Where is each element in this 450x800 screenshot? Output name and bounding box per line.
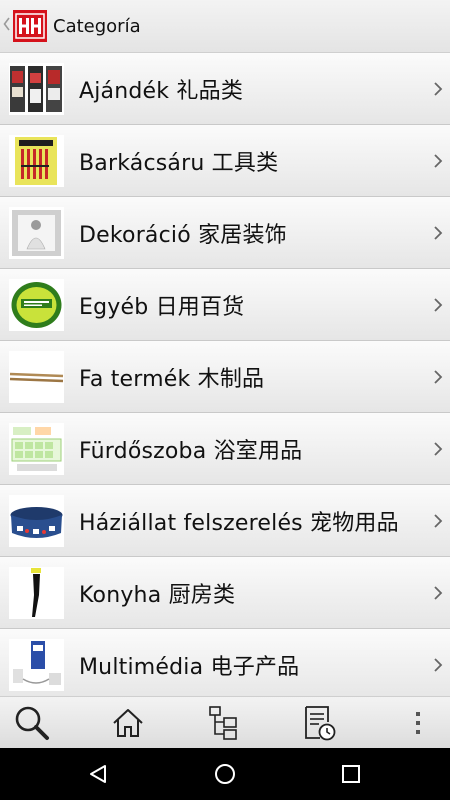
chevron-right-icon bbox=[434, 369, 443, 384]
category-label: Multimédia 电子产品 bbox=[79, 654, 300, 680]
pet-bed-thumbnail bbox=[9, 495, 64, 547]
category-tree-icon bbox=[209, 706, 237, 740]
category-label: Egyéb 日用百货 bbox=[79, 294, 245, 320]
chevron-right-icon bbox=[434, 297, 443, 312]
category-label: Ajándék 礼品类 bbox=[79, 78, 244, 104]
bath-set-thumbnail bbox=[9, 423, 64, 475]
category-row-fa-termek[interactable]: Fa termék 木制品 bbox=[0, 341, 450, 413]
order-history-button[interactable] bbox=[297, 697, 341, 749]
app-bar: Categoría bbox=[0, 0, 450, 53]
nav-back-button[interactable] bbox=[85, 761, 111, 787]
search-button[interactable] bbox=[10, 697, 54, 749]
category-row-furdoszoba[interactable]: Fürdőszoba 浴室用品 bbox=[0, 413, 450, 485]
category-row-egyeb[interactable]: Egyéb 日用百货 bbox=[0, 269, 450, 341]
home-circle-icon bbox=[215, 764, 235, 784]
order-history-icon bbox=[305, 706, 336, 741]
wooden-sticks-thumbnail bbox=[9, 351, 64, 403]
category-label: Fa termék 木制品 bbox=[79, 366, 265, 392]
nav-home-button[interactable] bbox=[212, 761, 238, 787]
category-label: Háziállat felszerelés 宠物用品 bbox=[79, 510, 399, 536]
hh-logo[interactable] bbox=[13, 10, 47, 42]
back-chevron-icon[interactable] bbox=[3, 17, 13, 35]
home-icon bbox=[113, 709, 143, 737]
category-button[interactable] bbox=[201, 697, 245, 749]
back-triangle-icon bbox=[90, 765, 106, 783]
kitchen-utensil-thumbnail bbox=[9, 567, 64, 619]
chevron-right-icon bbox=[434, 657, 443, 672]
chevron-right-icon bbox=[434, 441, 443, 456]
system-nav-bar bbox=[0, 748, 450, 800]
category-row-ajandek[interactable]: Ajándék 礼品类 bbox=[0, 53, 450, 125]
chevron-right-icon bbox=[434, 153, 443, 168]
category-list: Ajándék 礼品类 Barkácsáru 工具类 Dekoráció 家居装… bbox=[0, 53, 450, 696]
category-row-multimedia[interactable]: Multimédia 电子产品 bbox=[0, 629, 450, 696]
category-label: Barkácsáru 工具类 bbox=[79, 150, 279, 176]
gift-items-thumbnail bbox=[9, 63, 64, 115]
nav-recents-button[interactable] bbox=[338, 761, 364, 787]
chevron-right-icon bbox=[434, 585, 443, 600]
home-button[interactable] bbox=[106, 697, 150, 749]
category-label: Fürdőszoba 浴室用品 bbox=[79, 438, 303, 464]
photo-frame-thumbnail bbox=[9, 207, 64, 259]
electronics-thumbnail bbox=[9, 639, 64, 691]
category-row-haziallat[interactable]: Háziállat felszerelés 宠物用品 bbox=[0, 485, 450, 557]
chevron-right-icon bbox=[434, 81, 443, 96]
category-label: Dekoráció 家居装饰 bbox=[79, 222, 287, 248]
category-row-konyha[interactable]: Konyha 厨房类 bbox=[0, 557, 450, 629]
chevron-right-icon bbox=[434, 513, 443, 528]
more-vertical-icon bbox=[416, 712, 420, 734]
page-title: Categoría bbox=[53, 15, 141, 37]
round-tin-thumbnail bbox=[9, 279, 64, 331]
more-button[interactable] bbox=[400, 697, 436, 749]
search-icon bbox=[15, 706, 49, 740]
category-label: Konyha 厨房类 bbox=[79, 582, 236, 608]
category-row-dekoracio[interactable]: Dekoráció 家居装饰 bbox=[0, 197, 450, 269]
category-row-barkacsaru[interactable]: Barkácsáru 工具类 bbox=[0, 125, 450, 197]
screwdriver-set-thumbnail bbox=[9, 135, 64, 187]
chevron-right-icon bbox=[434, 225, 443, 240]
bottom-toolbar bbox=[0, 696, 450, 749]
recents-square-icon bbox=[342, 765, 360, 783]
